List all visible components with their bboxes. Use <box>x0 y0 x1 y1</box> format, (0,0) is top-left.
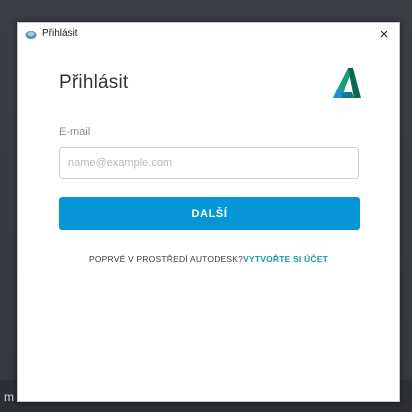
autodesk-logo <box>333 68 361 98</box>
window-title: Přihlásit <box>42 28 78 39</box>
autodesk-cloud-icon <box>25 31 37 39</box>
background-text: m <box>4 390 14 404</box>
dialog-titlebar: Přihlásit × <box>18 23 399 46</box>
sign-in-dialog: Přihlásit × Přihlásit E-mail DALŠÍ POPRV… <box>17 22 400 402</box>
create-account-prompt: POPRVÉ V PROSTŘEDÍ AUTODESK?VYTVOŘTE SI … <box>18 254 399 264</box>
next-button[interactable]: DALŠÍ <box>59 197 360 230</box>
page-title: Přihlásit <box>59 72 129 93</box>
close-icon: × <box>379 26 389 43</box>
new-user-text: POPRVÉ V PROSTŘEDÍ AUTODESK? <box>89 254 244 264</box>
create-account-link[interactable]: VYTVOŘTE SI ÚČET <box>243 254 328 264</box>
email-field[interactable] <box>59 147 359 179</box>
close-button[interactable]: × <box>373 24 395 46</box>
email-label: E-mail <box>59 126 91 138</box>
